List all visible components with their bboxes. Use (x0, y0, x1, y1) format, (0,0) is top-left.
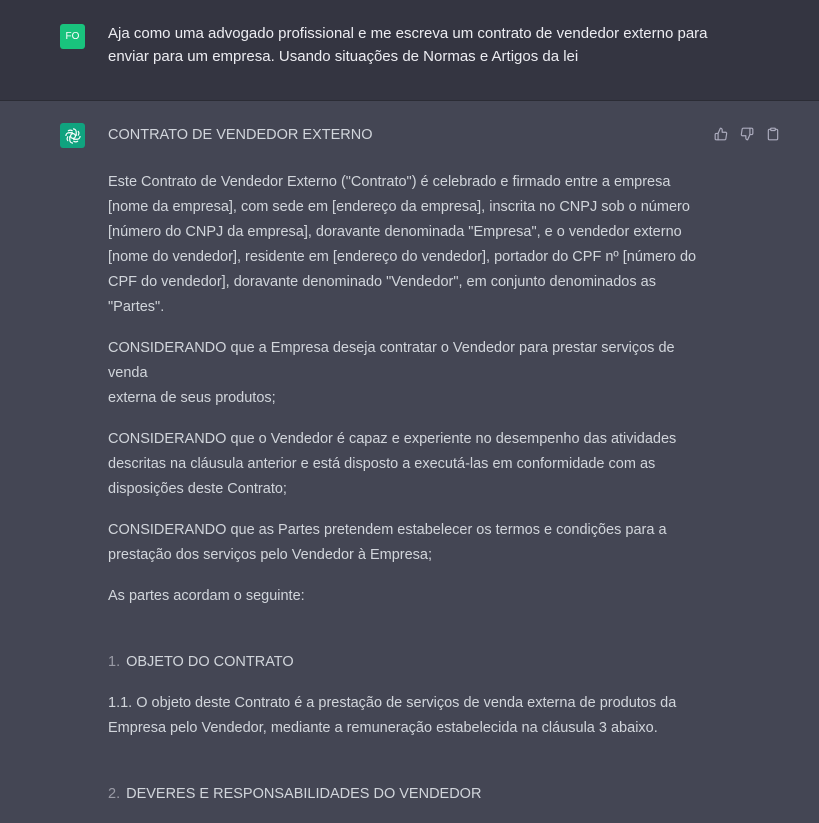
user-avatar: FO (60, 24, 85, 49)
assistant-message-content: CONTRATO DE VENDEDOR EXTERNO Este Contra… (108, 123, 708, 823)
paragraph-considerando-2: CONSIDERANDO que o Vendedor é capaz e ex… (108, 431, 677, 497)
openai-logo-icon (60, 123, 85, 148)
user-message-text: Aja como uma advogado profissional e me … (108, 25, 708, 65)
copy-icon[interactable] (764, 125, 782, 143)
assistant-message-row: CONTRATO DE VENDEDOR EXTERNO Este Contra… (0, 101, 819, 802)
section-number: 2. (108, 786, 121, 802)
paragraph-agreement: As partes acordam o seguinte: (108, 588, 305, 604)
paragraph-considerando-1: CONSIDERANDO que a Empresa deseja contra… (108, 340, 675, 406)
message-actions (712, 125, 782, 143)
section-heading-1: 1. OBJETO DO CONTRATO (108, 625, 708, 675)
thumbs-down-icon[interactable] (738, 125, 756, 143)
section-heading-2: 2. DEVERES E RESPONSABILIDADES DO VENDEDO… (108, 757, 708, 807)
section-title: OBJETO DO CONTRATO (126, 654, 294, 670)
paragraph-considerando-3: CONSIDERANDO que as Partes pretendem est… (108, 522, 667, 563)
user-message-row: FO Aja como uma advogado profissional e … (0, 0, 819, 101)
clause-1-1: 1.1. O objeto deste Contrato é a prestaç… (108, 695, 677, 736)
section-title: DEVERES E RESPONSABILIDADES DO VENDEDOR (126, 786, 482, 802)
section-number: 1. (108, 654, 121, 670)
paragraph-intro: Este Contrato de Vendedor Externo ("Cont… (108, 174, 697, 315)
thumbs-up-icon[interactable] (712, 125, 730, 143)
contract-title: CONTRATO DE VENDEDOR EXTERNO (108, 127, 373, 143)
